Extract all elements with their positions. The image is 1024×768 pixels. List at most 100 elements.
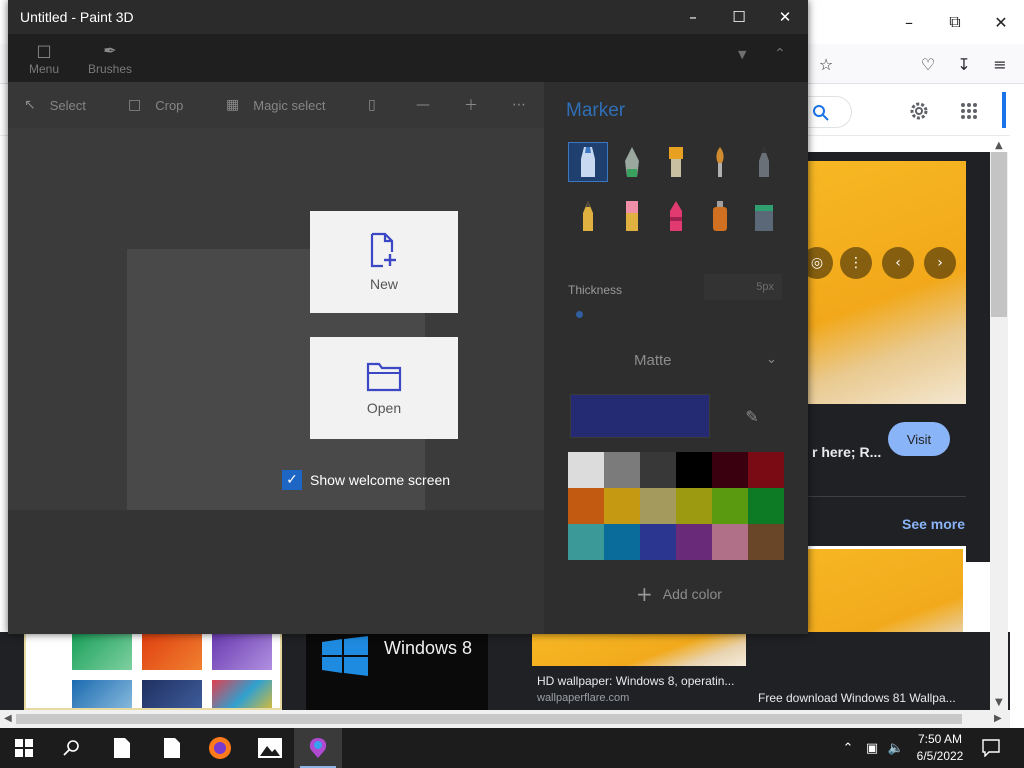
visit-button[interactable]: Visit (888, 422, 950, 456)
network-icon[interactable]: ▣ (860, 741, 884, 756)
scroll-left-arrow-icon[interactable]: ◀ (4, 713, 12, 724)
horizontal-scrollbar[interactable]: ◀ ▶ (0, 710, 1010, 728)
start-button[interactable] (0, 728, 48, 768)
add-color-button[interactable]: + Add color (636, 582, 722, 606)
color-swatch[interactable] (676, 524, 712, 560)
color-swatch[interactable] (568, 524, 604, 560)
ribbon-dropdown-icon[interactable]: ▼ (738, 48, 746, 61)
open-project-button[interactable]: Open (310, 337, 458, 439)
minimize-icon[interactable]: – (886, 0, 932, 44)
scroll-right-arrow-icon[interactable]: ▶ (994, 713, 1002, 724)
sticker-tool[interactable]: ▯ (368, 94, 390, 116)
scroll-thumb[interactable] (991, 152, 1007, 317)
paint3d-window: Untitled - Paint 3D – ☐ ✕ □ Menu ✒ Brush… (8, 0, 808, 634)
color-swatch[interactable] (676, 488, 712, 524)
show-hidden-icons-icon[interactable]: ⌃ (836, 741, 860, 756)
color-swatch[interactable] (748, 488, 784, 524)
previous-arrow-icon[interactable]: ‹ (882, 247, 914, 279)
oil-brush[interactable] (656, 142, 696, 182)
photos-button[interactable] (246, 728, 294, 768)
pencil-brush[interactable] (568, 196, 608, 236)
result-thumb-collage[interactable] (24, 632, 282, 710)
settings-gear-icon[interactable] (908, 100, 930, 122)
close-icon[interactable]: ✕ (762, 0, 808, 34)
color-swatch[interactable] (568, 488, 604, 524)
taskbar-file-1[interactable] (98, 728, 146, 768)
fill-brush[interactable] (744, 196, 784, 236)
next-arrow-icon[interactable]: › (924, 247, 956, 279)
pixel-pen-brush[interactable] (744, 142, 784, 182)
zoom-out-button[interactable]: — (416, 94, 444, 116)
result-title[interactable]: HD wallpaper: Windows 8, operatin... (537, 674, 734, 688)
color-swatch[interactable] (568, 452, 604, 488)
finish-dropdown[interactable]: Matte (634, 352, 672, 369)
see-more-link[interactable]: See more (902, 516, 965, 532)
bookmark-star-icon[interactable]: ☆ (814, 52, 838, 76)
crop-tool[interactable]: □ Crop (128, 94, 183, 116)
search-button[interactable] (48, 728, 96, 768)
magic-select-tool[interactable]: ▦ Magic select (226, 94, 325, 116)
color-swatch[interactable] (640, 524, 676, 560)
download-icon[interactable]: ↧ (952, 52, 976, 76)
zoom-in-button[interactable]: ＋ (464, 94, 492, 116)
close-icon[interactable]: ✕ (978, 0, 1024, 44)
watercolor-brush[interactable] (700, 142, 740, 182)
spray-can-brush[interactable] (700, 196, 740, 236)
color-swatch[interactable] (604, 524, 640, 560)
current-color-swatch[interactable] (570, 394, 710, 438)
thickness-input[interactable]: 5px (704, 274, 782, 300)
volume-icon[interactable]: 🔈 (884, 741, 908, 756)
taskbar-file-2[interactable] (148, 728, 196, 768)
thickness-slider-handle[interactable] (576, 311, 583, 318)
hamburger-menu-icon[interactable]: ≡ (988, 52, 1012, 76)
eraser-brush[interactable] (612, 196, 652, 236)
show-welcome-checkbox[interactable]: ✓ Show welcome screen (282, 470, 450, 490)
clock[interactable]: 7:50 AM 6/5/2022 (912, 731, 968, 765)
color-swatch[interactable] (604, 488, 640, 524)
color-swatch[interactable] (676, 452, 712, 488)
minimize-icon[interactable]: – (670, 0, 716, 34)
preview-caption[interactable]: r here; R... (812, 444, 892, 460)
firefox-icon (209, 737, 231, 759)
apps-grid-icon[interactable] (960, 102, 978, 120)
color-swatch[interactable] (712, 452, 748, 488)
menu-button[interactable]: □ Menu (26, 38, 62, 78)
restore-icon[interactable]: ⧉ (932, 0, 978, 44)
calligraphy-pen-brush[interactable] (612, 142, 652, 182)
search-icon[interactable] (812, 104, 830, 122)
firefox-button[interactable] (196, 728, 244, 768)
wallpaper-result-thumb[interactable] (532, 632, 746, 666)
brushes-tab[interactable]: ✒ Brushes (86, 38, 134, 78)
eyedropper-icon[interactable]: ✎ (740, 404, 764, 428)
color-swatch[interactable] (640, 452, 676, 488)
menu-label: Menu (28, 61, 60, 76)
scroll-down-arrow-icon[interactable]: ▼ (995, 697, 1003, 708)
lens-icon[interactable]: ◎ (808, 247, 833, 279)
more-options-icon[interactable]: ⋮ (840, 247, 872, 279)
color-swatch[interactable] (604, 452, 640, 488)
scroll-up-arrow-icon[interactable]: ▲ (995, 140, 1003, 151)
scroll-thumb[interactable] (16, 714, 962, 724)
marker-brush[interactable] (568, 142, 608, 182)
select-tool[interactable]: ↖ Select (24, 94, 86, 116)
vertical-scrollbar[interactable] (990, 152, 1008, 710)
paint3d-taskbar-button[interactable] (294, 728, 342, 768)
new-project-button[interactable]: New (310, 211, 458, 313)
collapse-ribbon-icon[interactable]: ⌃ (774, 46, 786, 62)
result-title[interactable]: Free download Windows 81 Wallpa... (758, 691, 956, 705)
preview-image[interactable]: ◎ ⋮ ‹ › (808, 161, 966, 404)
more-tools-button[interactable]: ⋯ (512, 94, 540, 116)
crayon-brush[interactable] (656, 196, 696, 236)
notifications-button[interactable] (968, 728, 1014, 768)
canvas-area[interactable] (8, 128, 544, 634)
color-swatch[interactable] (748, 452, 784, 488)
color-swatch[interactable] (640, 488, 676, 524)
maximize-icon[interactable]: ☐ (716, 0, 762, 34)
chevron-down-icon[interactable]: ⌄ (766, 352, 777, 367)
pocket-icon[interactable]: ♡ (916, 52, 940, 76)
brush-icon: ✒ (103, 40, 117, 60)
checkmark-icon[interactable]: ✓ (282, 470, 302, 490)
color-swatch[interactable] (712, 524, 748, 560)
color-swatch[interactable] (712, 488, 748, 524)
color-swatch[interactable] (748, 524, 784, 560)
